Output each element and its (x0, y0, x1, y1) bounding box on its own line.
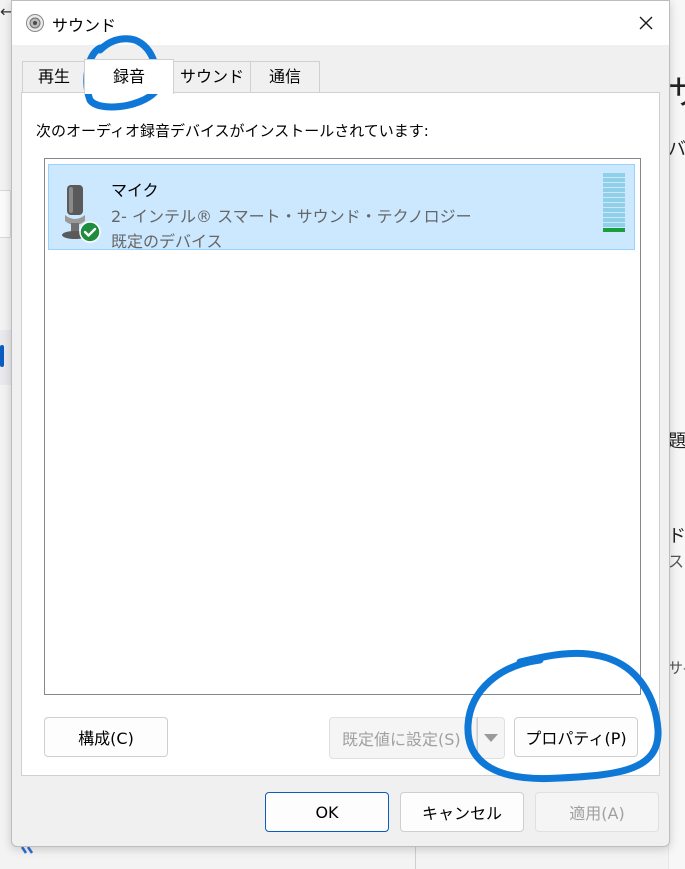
level-segment (603, 188, 625, 192)
speaker-icon (26, 14, 44, 32)
properties-button[interactable]: プロパティ(P) (514, 717, 638, 757)
tab-playback[interactable]: 再生 (22, 61, 86, 92)
title-bar[interactable]: サウンド (12, 1, 669, 45)
background-heading-fragment: サ (668, 65, 685, 114)
background-text-fragment: 題 (668, 431, 685, 452)
background-text-fragment: ド (668, 526, 685, 547)
background-text-fragment: サ- (668, 659, 685, 677)
configure-button[interactable]: 構成(C) (44, 717, 168, 757)
recording-device-list[interactable]: マイク 2- インテル® スマート・サウンド・テクノロジー 既定のデバイス (44, 158, 641, 695)
close-button[interactable] (623, 1, 669, 45)
device-name: マイク (111, 181, 159, 200)
background-text-fragment: ス (668, 552, 685, 571)
level-segment (603, 203, 625, 207)
tab-sounds[interactable]: サウンド (172, 61, 252, 92)
level-segment (603, 208, 625, 212)
background-nav-indicator (0, 345, 4, 367)
level-segment (603, 173, 625, 177)
level-segment (603, 218, 625, 222)
background-text-fragment: バ (668, 139, 685, 160)
device-status: 既定のデバイス (111, 232, 223, 251)
background-divider (415, 845, 416, 869)
level-segment (603, 183, 625, 187)
device-description: 2- インテル® スマート・サウンド・テクノロジー (111, 207, 472, 226)
chevron-down-icon (484, 734, 498, 742)
split-button-divider (477, 717, 478, 759)
list-item[interactable]: マイク 2- インテル® スマート・サウンド・テクノロジー 既定のデバイス (48, 164, 635, 251)
level-segment (603, 193, 625, 197)
level-segment (603, 223, 625, 227)
tab-recording[interactable]: 録音 (84, 59, 174, 94)
level-segment (603, 213, 625, 217)
level-segment (603, 198, 625, 202)
cancel-button[interactable]: キャンセル (400, 792, 524, 832)
ok-button[interactable]: OK (265, 792, 389, 832)
sound-dialog: サウンド 再生 録音 サウンド 通信 次のオーディオ録音デバイスがインストールさ… (11, 0, 670, 847)
set-default-button[interactable]: 既定値に設定(S) (329, 717, 477, 759)
level-segment (603, 178, 625, 182)
close-icon (639, 16, 653, 30)
background-panel-edge (0, 190, 11, 238)
tab-communications[interactable]: 通信 (250, 61, 320, 92)
level-segment (603, 228, 625, 232)
instruction-text: 次のオーディオ録音デバイスがインストールされています: (36, 122, 429, 140)
input-level-meter (603, 173, 625, 233)
check-circle-icon (79, 221, 101, 243)
set-default-dropdown-button[interactable] (477, 717, 505, 759)
apply-button[interactable]: 適用(A) (535, 792, 659, 832)
dialog-title: サウンド (52, 16, 117, 35)
